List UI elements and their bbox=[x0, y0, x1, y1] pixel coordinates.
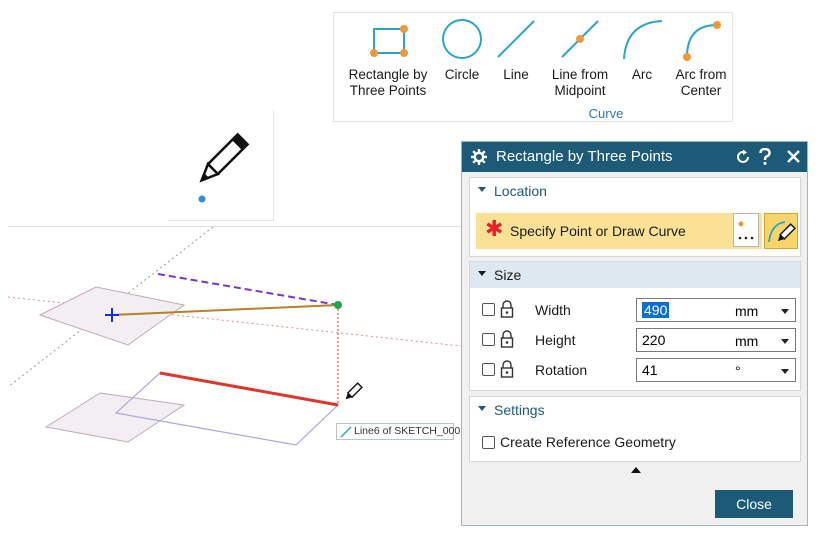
rectangle-three-points-icon bbox=[370, 25, 408, 57]
dialog-title-bar[interactable]: Rectangle by Three Points bbox=[462, 142, 807, 172]
rotation-row: Rotation 41 ° bbox=[470, 356, 800, 384]
width-label: Width bbox=[535, 302, 571, 318]
circle-label: Circle bbox=[444, 67, 480, 82]
collapse-dialog-icon[interactable] bbox=[631, 467, 641, 473]
location-header-label: Location bbox=[494, 183, 547, 199]
reference-geometry-label: Create Reference Geometry bbox=[500, 434, 676, 450]
reference-geometry-checkbox[interactable] bbox=[482, 436, 495, 449]
line-midpoint-label: Line from Midpoint bbox=[551, 67, 609, 98]
width-row: Width 490 mm bbox=[470, 296, 800, 324]
required-star-icon: ✱ bbox=[485, 216, 504, 241]
rotation-unit: ° bbox=[735, 363, 741, 379]
height-lock-checkbox[interactable] bbox=[482, 333, 495, 346]
arc-label: Arc bbox=[631, 67, 653, 82]
draw-curve-icon bbox=[768, 221, 796, 243]
ribbon-group-label: Curve bbox=[588, 106, 624, 121]
lock-icon bbox=[500, 300, 514, 318]
close-button[interactable]: Close bbox=[715, 490, 793, 518]
arc-icon bbox=[623, 20, 663, 60]
size-panel: Size Width 490 mm Height 220 mm Rotation… bbox=[469, 261, 801, 391]
rectangle-three-points-label: Rectangle by Three Points bbox=[348, 67, 428, 98]
lock-icon bbox=[500, 360, 514, 378]
help-icon[interactable] bbox=[758, 148, 772, 166]
dialog-title: Rectangle by Three Points bbox=[496, 148, 673, 165]
pencil-cursor-icon bbox=[198, 132, 250, 203]
rotation-lock-checkbox[interactable] bbox=[482, 363, 495, 376]
collapse-caret-icon bbox=[478, 406, 486, 411]
height-input[interactable]: 220 mm bbox=[636, 328, 796, 352]
settings-header[interactable]: Settings bbox=[470, 397, 800, 423]
arc-center-icon bbox=[683, 21, 721, 61]
rectangle-three-points-dialog: Rectangle by Three Points Location ✱ Spe… bbox=[461, 141, 808, 526]
point-dialog-button[interactable] bbox=[733, 213, 759, 247]
gear-icon[interactable] bbox=[471, 149, 487, 165]
snap-tooltip: Line6 of SKETCH_000 bbox=[336, 423, 460, 440]
settings-header-label: Settings bbox=[494, 402, 545, 418]
collapse-caret-icon bbox=[478, 271, 486, 276]
size-header[interactable]: Size bbox=[470, 262, 800, 288]
chevron-down-icon[interactable] bbox=[781, 309, 789, 314]
circle-button[interactable]: Circle bbox=[436, 13, 488, 105]
width-input[interactable]: 490 mm bbox=[636, 298, 796, 322]
rotation-input[interactable]: 41 ° bbox=[636, 358, 796, 382]
rotation-label: Rotation bbox=[535, 362, 588, 378]
point-dialog-icon bbox=[738, 221, 754, 240]
width-lock-checkbox[interactable] bbox=[482, 303, 495, 316]
specify-point-label: Specify Point or Draw Curve bbox=[510, 223, 686, 239]
settings-panel: Settings Create Reference Geometry bbox=[469, 396, 801, 462]
arc-center-label: Arc from Center bbox=[675, 67, 727, 98]
width-value: 490 bbox=[642, 302, 670, 318]
line-icon bbox=[340, 426, 352, 438]
arc-button[interactable]: Arc bbox=[618, 13, 666, 105]
chevron-down-icon[interactable] bbox=[781, 339, 789, 344]
collapse-caret-icon bbox=[478, 187, 486, 192]
line-label: Line bbox=[503, 67, 529, 82]
lock-icon bbox=[500, 330, 514, 348]
height-row: Height 220 mm bbox=[470, 326, 800, 354]
chevron-down-icon[interactable] bbox=[781, 369, 789, 374]
rectangle-three-points-button[interactable]: Rectangle by Three Points bbox=[340, 13, 436, 105]
line-midpoint-icon bbox=[561, 20, 599, 58]
line-icon bbox=[497, 20, 535, 58]
size-header-label: Size bbox=[494, 267, 522, 283]
reset-icon[interactable] bbox=[735, 149, 751, 165]
cursor-preview bbox=[168, 110, 274, 221]
location-panel: Location ✱ Specify Point or Draw Curve bbox=[469, 177, 801, 257]
specify-point-row[interactable]: ✱ Specify Point or Draw Curve bbox=[476, 213, 762, 249]
tooltip-text: Line6 of SKETCH_000 bbox=[354, 425, 461, 437]
arc-center-button[interactable]: Arc from Center bbox=[670, 13, 732, 105]
close-icon[interactable] bbox=[786, 149, 801, 164]
rotation-value: 41 bbox=[642, 362, 658, 378]
height-unit: mm bbox=[735, 333, 759, 349]
circle-icon bbox=[442, 19, 482, 59]
draw-curve-button[interactable] bbox=[764, 213, 798, 249]
height-label: Height bbox=[535, 332, 576, 348]
ribbon-curve-group: Rectangle by Three Points Circle Line Li… bbox=[333, 12, 733, 122]
line-button[interactable]: Line bbox=[490, 13, 542, 105]
location-header[interactable]: Location bbox=[470, 178, 800, 204]
height-value: 220 bbox=[642, 332, 666, 348]
line-midpoint-button[interactable]: Line from Midpoint bbox=[542, 13, 618, 105]
width-unit: mm bbox=[735, 303, 759, 319]
